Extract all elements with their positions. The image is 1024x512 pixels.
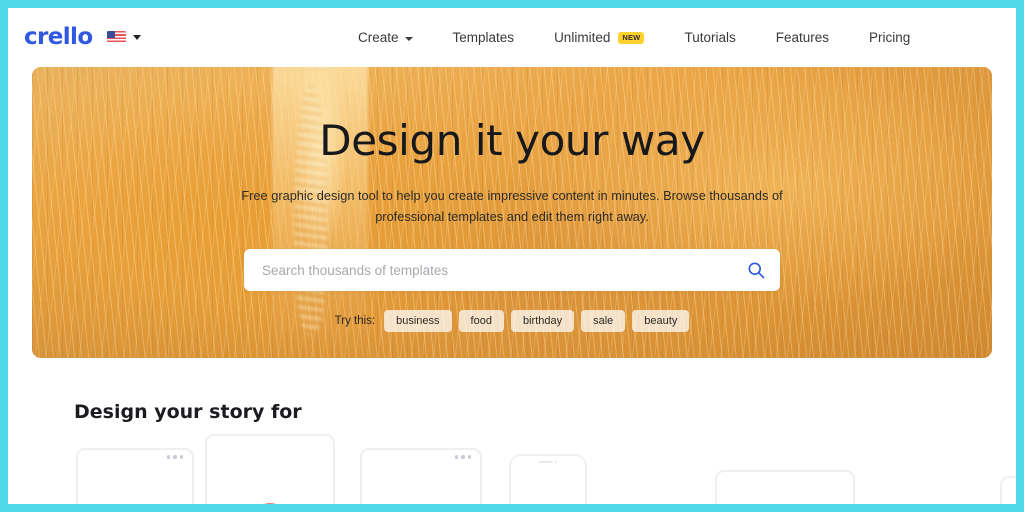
template-card[interactable] (1000, 476, 1016, 504)
nav-item-unlimited[interactable]: Unlimited NEW (534, 30, 664, 45)
chip-beauty[interactable]: beauty (632, 310, 690, 333)
hero-banner: Design it your way Free graphic design t… (32, 67, 992, 358)
template-cards-row (8, 434, 1016, 504)
brand-group: crello (24, 8, 141, 67)
chevron-down-icon (404, 36, 413, 41)
window-dots-icon (454, 455, 471, 459)
nav-label: Pricing (869, 30, 911, 45)
search-icon[interactable] (746, 260, 766, 280)
try-this-label: Try this: (334, 315, 376, 328)
template-card[interactable] (509, 454, 587, 504)
nav-label: Unlimited (554, 30, 611, 45)
template-card[interactable] (205, 434, 335, 504)
hero-content: Design it your way Free graphic design t… (32, 67, 992, 358)
search-input[interactable] (262, 262, 746, 278)
hero-subtitle: Free graphic design tool to help you cre… (241, 188, 783, 225)
chip-sale[interactable]: sale (581, 310, 626, 333)
navbar: crello Create Templates Unlimited NEW Tu… (8, 8, 1016, 67)
us-flag-icon (106, 31, 126, 44)
hero-title: Design it your way (319, 116, 705, 165)
nav-label: Features (775, 30, 829, 45)
nav-label: Tutorials (684, 30, 736, 45)
chip-birthday[interactable]: birthday (510, 310, 575, 333)
nav-item-pricing[interactable]: Pricing (849, 30, 930, 45)
nav-item-tutorials[interactable]: Tutorials (664, 30, 755, 45)
chevron-down-icon (132, 35, 141, 40)
template-card[interactable] (360, 448, 482, 504)
search-bar[interactable] (244, 249, 780, 292)
new-badge: NEW (618, 31, 645, 44)
language-picker[interactable] (106, 31, 141, 44)
nav-item-features[interactable]: Features (756, 30, 849, 45)
card-accent-dot (263, 503, 277, 504)
window-dots-icon (166, 455, 183, 459)
chip-business[interactable]: business (384, 310, 452, 333)
crello-logo[interactable]: crello (24, 26, 93, 49)
phone-notch-icon (533, 459, 563, 465)
template-card[interactable] (76, 448, 194, 504)
template-card[interactable] (715, 470, 855, 504)
nav-label: Templates (452, 30, 515, 45)
try-this-row: Try this: business food birthday sale be… (334, 310, 690, 333)
nav-item-templates[interactable]: Templates (433, 30, 535, 45)
nav-label: Create (358, 30, 399, 45)
nav-links: Create Templates Unlimited NEW Tutorials… (338, 8, 930, 67)
chip-food[interactable]: food (458, 310, 504, 333)
nav-item-create[interactable]: Create (338, 30, 433, 45)
page-frame: crello Create Templates Unlimited NEW Tu… (8, 8, 1016, 504)
section-title: Design your story for (74, 401, 302, 423)
